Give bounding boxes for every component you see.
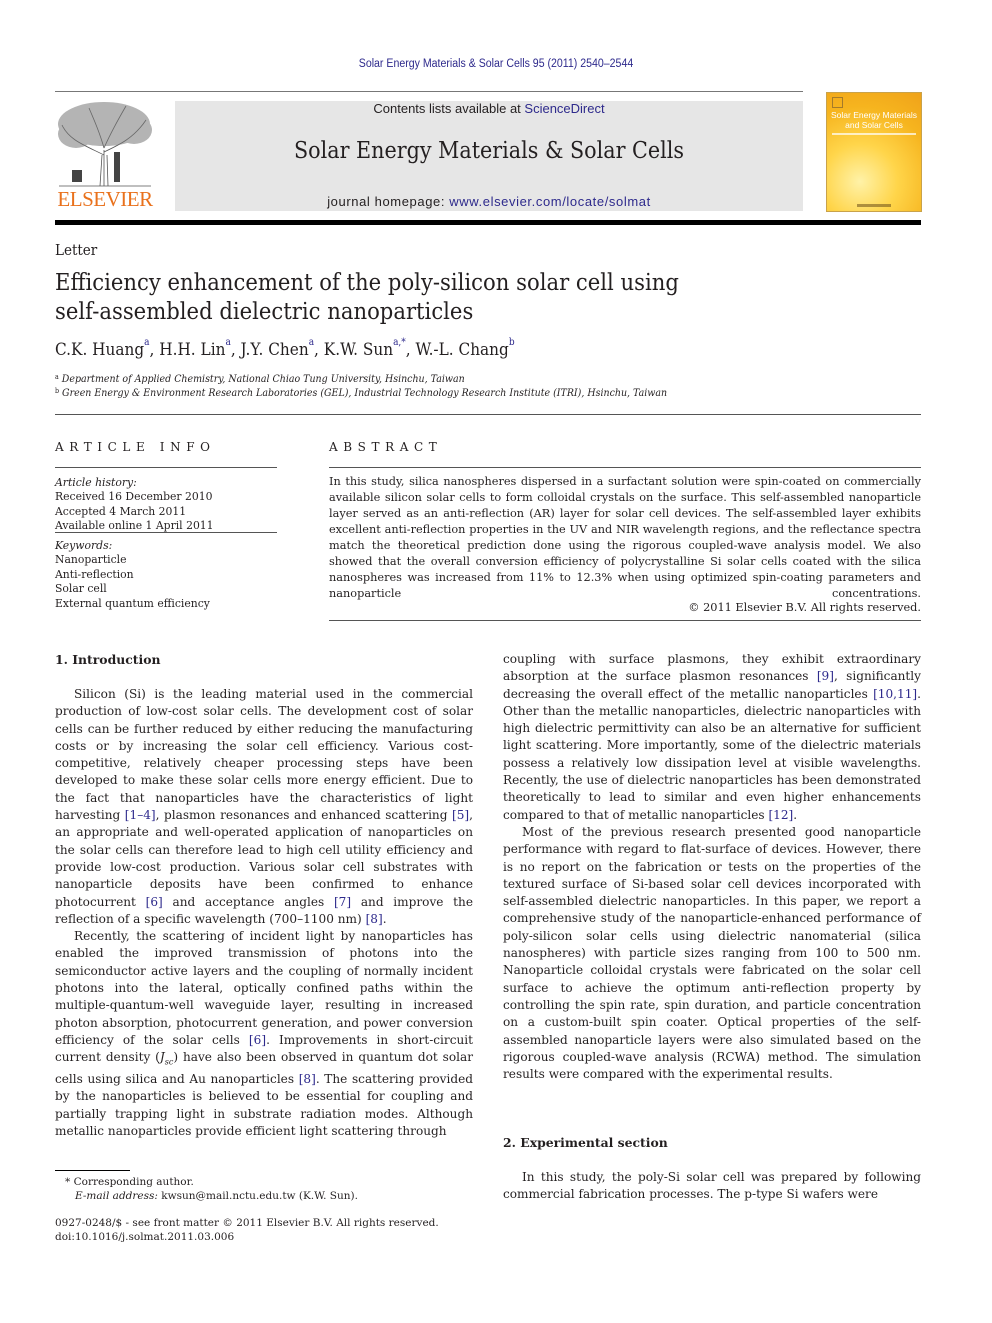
corresponding-author-note: * Corresponding author. (65, 1176, 194, 1188)
author[interactable]: K.W. Sun (324, 340, 393, 360)
elsevier-logo[interactable]: ELSEVIER (54, 100, 156, 212)
citation-link[interactable]: [6] (146, 895, 163, 909)
issn-line: 0927-0248/$ - see front matter © 2011 El… (55, 1217, 439, 1229)
author-separator: , (230, 340, 241, 360)
cover-title: Solar Energy Materials and Solar Cells (831, 110, 917, 130)
front-matter: 0927-0248/$ - see front matter © 2011 El… (55, 1216, 439, 1244)
homepage-link[interactable]: www.elsevier.com/locate/solmat (449, 194, 651, 209)
history-accepted: Accepted 4 March 2011 (55, 504, 187, 518)
paragraph: coupling with surface plasmons, they exh… (503, 651, 921, 824)
title-rule (55, 414, 921, 415)
right-column-continued: In this study, the poly-Si solar cell wa… (503, 1169, 921, 1204)
keywords-label: Keywords: (55, 539, 113, 552)
citation-link[interactable]: [8] (299, 1072, 316, 1086)
text-run: , an appropriate and well-operated appli… (55, 808, 473, 909)
author[interactable]: J.Y. Chen (241, 340, 309, 360)
citation-link[interactable]: [6] (249, 1033, 266, 1047)
affiliation-text: Green Energy & Environment Research Labo… (62, 387, 668, 399)
abstract-heading: ABSTRACT (329, 440, 443, 454)
author-affil-link[interactable]: b (509, 337, 515, 348)
affiliation: a Department of Applied Chemistry, Natio… (55, 373, 465, 385)
article-info-rule (55, 467, 277, 468)
elsevier-wordmark: ELSEVIER (57, 187, 153, 211)
author-affil-link[interactable]: a (144, 337, 149, 348)
tree-icon (58, 102, 152, 187)
text-run: . Other than the metallic nanoparticles,… (503, 686, 921, 822)
journal-title: Solar Energy Materials & Solar Cells (293, 138, 685, 164)
section-heading-experimental: 2. Experimental section (503, 1135, 668, 1150)
affiliation-label: b (55, 387, 60, 395)
author[interactable]: H.H. Lin (159, 340, 225, 360)
contents-line: Contents lists available at ScienceDirec… (175, 101, 803, 116)
keyword[interactable]: Anti-reflection (55, 568, 277, 582)
keyword[interactable]: External quantum efficiency (55, 597, 277, 611)
citation-link[interactable]: [9] (817, 669, 834, 683)
author[interactable]: C.K. Huang (55, 340, 144, 360)
text-run: , plasmon resonances and enhanced scatte… (155, 808, 452, 823)
journal-banner: Contents lists available at ScienceDirec… (175, 101, 803, 211)
article-history: Article history: Received 16 December 20… (55, 476, 277, 534)
abstract-body: In this study, silica nanospheres disper… (329, 475, 921, 600)
homepage-prefix: journal homepage: (327, 194, 450, 209)
email-label: E-mail address: (75, 1190, 162, 1202)
author-separator: , (405, 340, 416, 360)
abstract-text: In this study, silica nanospheres disper… (329, 474, 921, 602)
text-run: Recently, the scattering of incident lig… (55, 929, 473, 1047)
section-heading-introduction: 1. Introduction (55, 652, 161, 667)
keywords-block: Keywords: Nanoparticle Anti-reflection S… (55, 539, 277, 611)
footnote-rule (55, 1170, 130, 1171)
author-separator: , (314, 340, 324, 360)
abstract-rule (329, 467, 921, 468)
journal-cover-thumbnail[interactable]: Solar Energy Materials and Solar Cells (826, 92, 922, 212)
email-suffix: (K.W. Sun). (295, 1190, 358, 1202)
author[interactable]: W.-L. Chang (416, 340, 509, 360)
cover-subtitle-bar (832, 133, 916, 135)
paragraph: Most of the previous research presented … (503, 824, 921, 1082)
elsevier-mini-logo-icon (832, 97, 843, 108)
keyword[interactable]: Solar cell (55, 582, 277, 596)
header-thick-rule (55, 220, 921, 225)
text-run: . (793, 807, 798, 822)
article-type: Letter (55, 241, 98, 259)
citation-link[interactable]: [7] (334, 895, 351, 909)
doi-link[interactable]: doi:10.1016/j.solmat.2011.03.006 (55, 1230, 439, 1244)
article-info-heading: ARTICLE INFO (55, 440, 216, 454)
paragraph: Silicon (Si) is the leading material use… (55, 686, 473, 928)
citation-link[interactable]: [12] (768, 808, 793, 822)
paragraph: In this study, the poly-Si solar cell wa… (503, 1170, 921, 1202)
cover-publisher-mark (857, 204, 891, 207)
text-run: . (382, 911, 387, 926)
keyword[interactable]: Nanoparticle (55, 553, 277, 567)
history-received: Received 16 December 2010 (55, 490, 213, 504)
abstract-bottom-rule (329, 620, 921, 621)
citation-link[interactable]: [8] (366, 912, 383, 926)
history-label: Article history: (55, 476, 137, 489)
sciencedirect-link[interactable]: ScienceDirect (524, 101, 604, 116)
right-column: coupling with surface plasmons, they exh… (503, 651, 921, 1083)
journal-reference[interactable]: Solar Energy Materials & Solar Cells 95 … (40, 58, 953, 70)
history-rule (55, 532, 277, 533)
left-column: Silicon (Si) is the leading material use… (55, 686, 473, 1140)
article-title: Efficiency enhancement of the poly-silic… (55, 268, 679, 325)
author-affil-link[interactable]: a (225, 337, 230, 348)
citation-link[interactable]: [1–4] (125, 808, 156, 822)
affiliation-text: Department of Applied Chemistry, Nationa… (61, 373, 465, 385)
email-link[interactable]: kwsun@mail.nctu.edu.tw (161, 1190, 295, 1202)
header-rule (55, 91, 803, 92)
contents-prefix: Contents lists available at (373, 101, 525, 116)
text-run: and acceptance angles (162, 894, 334, 909)
author-affil-link[interactable]: a (309, 337, 314, 348)
email-note: E-mail address: kwsun@mail.nctu.edu.tw (… (75, 1189, 358, 1203)
author-separator: , (149, 340, 160, 360)
citation-link[interactable]: [5] (452, 808, 469, 822)
citation-link[interactable]: [10,11] (873, 687, 917, 701)
affiliation: b Green Energy & Environment Research La… (55, 387, 667, 399)
affiliation-label: a (55, 373, 59, 381)
abstract-copyright: © 2011 Elsevier B.V. All rights reserved… (688, 601, 921, 614)
text-run: Silicon (Si) is the leading material use… (55, 687, 473, 823)
paragraph: Recently, the scattering of incident lig… (55, 928, 473, 1140)
author-list: C.K. Huanga, H.H. Lina, J.Y. Chena, K.W.… (55, 337, 515, 360)
homepage-line: journal homepage: www.elsevier.com/locat… (175, 194, 803, 209)
author-affil-link[interactable]: a,* (393, 337, 406, 348)
